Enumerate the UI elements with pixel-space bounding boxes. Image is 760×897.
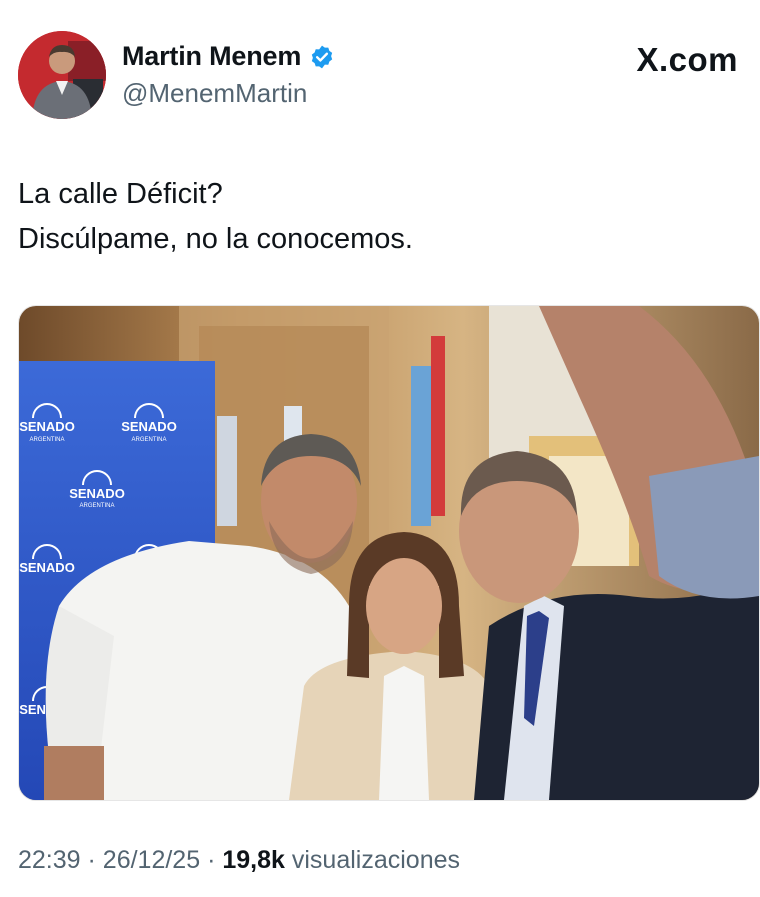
verified-badge-icon [311,45,333,68]
views-label: visualizaciones [291,846,461,874]
author-avatar[interactable] [18,31,106,119]
tweet-text: La calle Déficit? Discúlpame, no la cono… [18,172,413,262]
author-handle[interactable]: @MenemMartin [122,78,335,109]
banner-label-4: SENADO [19,560,75,575]
banner-sublabel-1: ARGENTINA [29,437,64,443]
banner-label-3: SENADO [69,486,125,501]
author-name-row[interactable]: Martin Menem [122,41,335,72]
meta-separator-2: · [207,846,216,874]
banner-sublabel-2: ARGENTINA [131,437,166,443]
tweet-header: Martin Menem @MenemMartin X.com [18,31,742,121]
banner-label-1: SENADO [19,419,75,434]
tweet-meta: 22:39 · 26/12/25 · 19,8k visualizaciones [18,846,460,875]
banner-sublabel-3: ARGENTINA [79,503,114,509]
meta-separator-1: · [87,846,96,874]
tweet-time[interactable]: 22:39 [18,846,81,874]
tweet-date[interactable]: 26/12/25 [103,846,200,874]
tweet-line-2: Discúlpame, no la conocemos. [18,223,413,255]
author-name[interactable]: Martin Menem [122,41,301,72]
brand-label[interactable]: X.com [636,41,738,79]
banner-label-2: SENADO [121,419,177,434]
tweet-photo[interactable]: SENADO SENADO SENADO SENADO SENADO ARGEN… [18,305,760,801]
views-count[interactable]: 19,8k [222,846,285,874]
brand-text: X.com [636,41,738,78]
tweet-line-1: La calle Déficit? [18,178,223,210]
